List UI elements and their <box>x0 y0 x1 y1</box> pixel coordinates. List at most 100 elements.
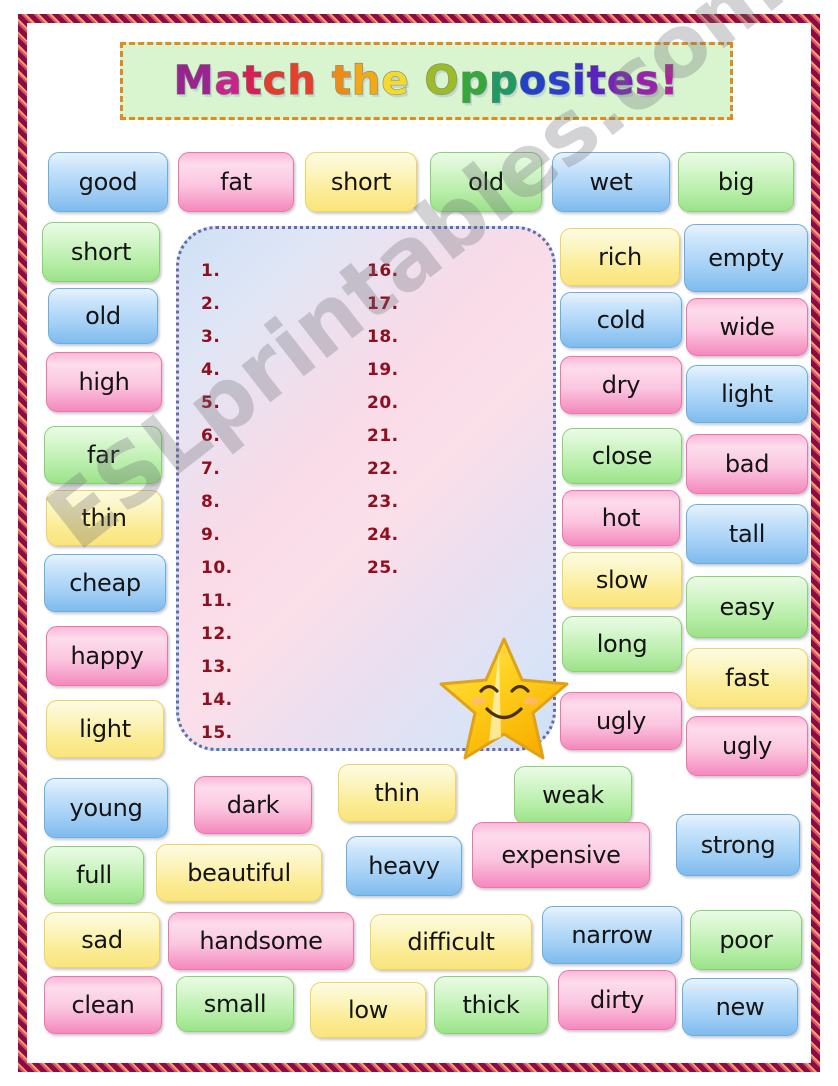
word-tile-short[interactable]: short <box>42 222 160 282</box>
word-tile-cold[interactable]: cold <box>560 292 682 348</box>
answer-line-5[interactable]: 5. <box>201 387 233 420</box>
word-tile-thick[interactable]: thick <box>434 976 548 1034</box>
title-letter-6: t <box>331 57 352 104</box>
word-tile-young[interactable]: young <box>44 778 168 838</box>
word-tile-empty[interactable]: empty <box>684 224 808 292</box>
title-letter-15: i <box>572 57 587 104</box>
title-letter-12: p <box>489 57 519 104</box>
word-tile-high[interactable]: high <box>46 352 162 412</box>
answer-line-13[interactable]: 13. <box>201 651 233 684</box>
answer-line-16[interactable]: 16. <box>367 255 399 288</box>
word-tile-dry[interactable]: dry <box>560 356 682 414</box>
answer-line-15[interactable]: 15. <box>201 717 233 750</box>
word-tile-fat[interactable]: fat <box>178 152 294 212</box>
word-tile-thin[interactable]: thin <box>338 764 456 822</box>
word-tile-light[interactable]: light <box>46 700 164 758</box>
answer-line-23[interactable]: 23. <box>367 486 399 519</box>
answer-numbers-left-column: 1. 2. 3. 4. 5. 6. 7. 8. 9. 10. 11. 12. 13. 14. 15. <box>201 255 233 750</box>
title-letter-4: h <box>287 57 317 104</box>
word-tile-beautiful[interactable]: beautiful <box>156 844 322 902</box>
word-tile-bad[interactable]: bad <box>686 434 808 494</box>
answer-line-10[interactable]: 10. <box>201 552 233 585</box>
answer-line-24[interactable]: 24. <box>367 519 399 552</box>
answer-line-8[interactable]: 8. <box>201 486 233 519</box>
answer-line-3[interactable]: 3. <box>201 321 233 354</box>
word-tile-dark[interactable]: dark <box>194 776 312 834</box>
word-tile-long[interactable]: long <box>562 616 682 672</box>
word-tile-fast[interactable]: fast <box>686 648 808 708</box>
answer-numbers-right-column: 16. 17. 18. 19. 20. 21. 22. 23. 24. 25. <box>367 255 399 585</box>
word-tile-full[interactable]: full <box>44 846 144 904</box>
answer-line-14[interactable]: 14. <box>201 684 233 717</box>
word-tile-wide[interactable]: wide <box>686 298 808 356</box>
answer-line-1[interactable]: 1. <box>201 255 233 288</box>
word-tile-narrow[interactable]: narrow <box>542 906 682 964</box>
word-tile-big[interactable]: big <box>678 152 794 212</box>
word-tile-light[interactable]: light <box>686 365 808 423</box>
answer-line-4[interactable]: 4. <box>201 354 233 387</box>
word-tile-heavy[interactable]: heavy <box>346 836 462 896</box>
word-tile-old[interactable]: old <box>48 288 158 344</box>
page-title: Match the Op p o s i t e s! <box>123 45 730 117</box>
title-letter-2: t <box>242 57 263 104</box>
answer-line-11[interactable]: 11. <box>201 585 233 618</box>
word-tile-ugly[interactable]: ugly <box>686 716 808 776</box>
answer-line-21[interactable]: 21. <box>367 420 399 453</box>
word-tile-hot[interactable]: hot <box>562 490 680 546</box>
title-letter-9 <box>410 58 425 104</box>
worksheet-page: Match the Op p o s i t e s! 1. 2. 3. 4. 5. 6. 7. 8. 9. 1… <box>0 0 838 1086</box>
word-tile-dirty[interactable]: dirty <box>558 970 676 1030</box>
title-letter-19: ! <box>659 57 680 104</box>
title-letter-13: o <box>518 57 548 104</box>
word-tile-wet[interactable]: wet <box>552 152 670 212</box>
word-tile-tall[interactable]: tall <box>686 504 808 564</box>
word-tile-close[interactable]: close <box>562 428 682 484</box>
title-letter-8: e <box>381 57 410 104</box>
word-tile-low[interactable]: low <box>310 982 426 1038</box>
word-tile-far[interactable]: far <box>44 426 162 484</box>
word-tile-new[interactable]: new <box>682 978 798 1036</box>
title-letter-1: a <box>214 57 243 104</box>
title-letter-11: p <box>459 57 490 104</box>
word-tile-small[interactable]: small <box>176 976 294 1032</box>
answer-line-12[interactable]: 12. <box>201 618 233 651</box>
answer-line-6[interactable]: 6. <box>201 420 233 453</box>
word-tile-good[interactable]: good <box>48 152 168 212</box>
answer-line-18[interactable]: 18. <box>367 321 399 354</box>
word-tile-handsome[interactable]: handsome <box>168 912 354 970</box>
word-tile-easy[interactable]: easy <box>686 576 808 638</box>
word-tile-weak[interactable]: weak <box>514 766 632 824</box>
answer-line-19[interactable]: 19. <box>367 354 399 387</box>
word-tile-cheap[interactable]: cheap <box>44 554 166 612</box>
word-tile-poor[interactable]: poor <box>690 910 802 970</box>
title-letter-0: M <box>173 57 215 104</box>
title-letter-14: s <box>547 57 573 104</box>
answer-line-2[interactable]: 2. <box>201 288 233 321</box>
title-letter-5 <box>317 58 332 104</box>
title-letter-16: t <box>586 57 607 104</box>
word-tile-old[interactable]: old <box>430 152 542 212</box>
title-letter-3: c <box>262 57 288 104</box>
word-tile-sad[interactable]: sad <box>44 912 160 968</box>
answer-line-7[interactable]: 7. <box>201 453 233 486</box>
title-banner: Match the Op p o s i t e s! <box>120 42 733 120</box>
word-tile-ugly[interactable]: ugly <box>560 692 682 750</box>
answer-line-20[interactable]: 20. <box>367 387 399 420</box>
word-tile-rich[interactable]: rich <box>560 228 680 286</box>
word-tile-thin[interactable]: thin <box>46 490 162 546</box>
word-tile-clean[interactable]: clean <box>44 976 162 1034</box>
word-tile-difficult[interactable]: difficult <box>370 914 532 970</box>
word-tile-strong[interactable]: strong <box>676 814 800 876</box>
title-letter-7: h <box>351 57 382 104</box>
title-letter-10: O <box>424 57 460 104</box>
answer-line-9[interactable]: 9. <box>201 519 233 552</box>
answer-line-25[interactable]: 25. <box>367 552 399 585</box>
word-tile-happy[interactable]: happy <box>46 626 168 686</box>
word-tile-short[interactable]: short <box>305 152 417 212</box>
word-tile-slow[interactable]: slow <box>562 552 682 608</box>
smiling-star-icon <box>437 633 572 765</box>
title-letter-17: e <box>606 57 636 104</box>
answer-line-22[interactable]: 22. <box>367 453 399 486</box>
answer-line-17[interactable]: 17. <box>367 288 399 321</box>
word-tile-expensive[interactable]: expensive <box>472 822 650 888</box>
